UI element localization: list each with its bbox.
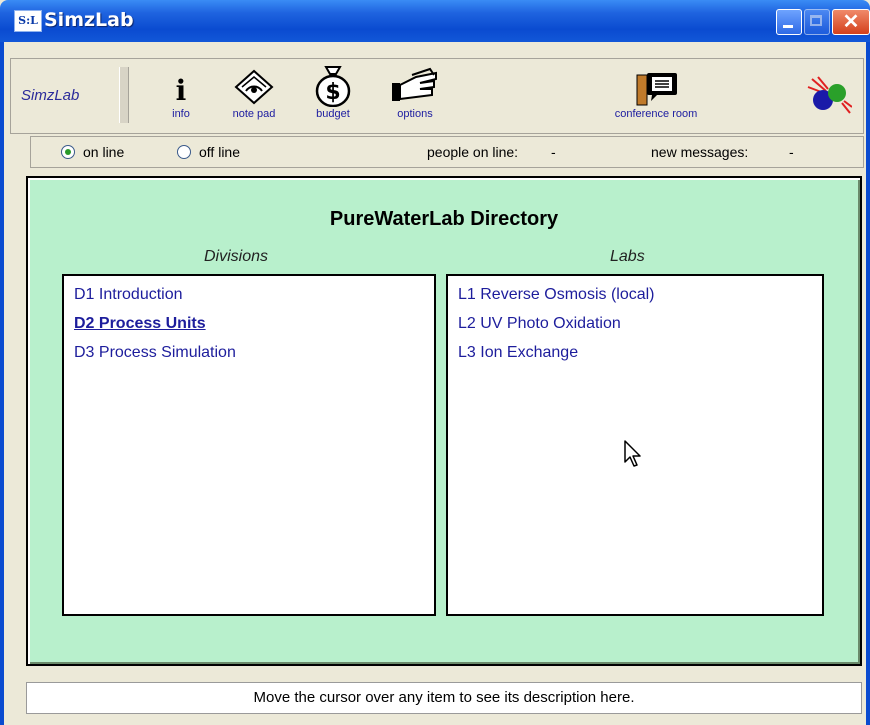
toolbar: SimzLab i info note pad $ budget options…: [10, 58, 864, 134]
toolbar-separator: [119, 67, 129, 123]
budget-label: budget: [316, 108, 350, 120]
info-label: info: [172, 108, 190, 120]
close-button[interactable]: ✕: [832, 9, 870, 35]
info-icon: i: [175, 74, 187, 107]
money-bag-icon: $: [315, 66, 351, 107]
new-messages-value: -: [789, 144, 794, 160]
online-label: on line: [83, 144, 125, 160]
conference-room-button[interactable]: conference room: [596, 63, 716, 120]
status-bar: on line off line people on line: - new m…: [30, 136, 864, 168]
app-icon: S:L: [14, 10, 42, 32]
notepad-label: note pad: [232, 108, 276, 120]
directory-panel: PureWaterLab Directory Divisions Labs D1…: [26, 176, 862, 666]
options-button[interactable]: options: [385, 63, 445, 120]
notepad-icon: [234, 69, 274, 105]
divisions-list: D1 Introduction D2 Process Units D3 Proc…: [62, 274, 436, 616]
directory-title: PureWaterLab Directory: [329, 208, 559, 230]
labs-header: Labs: [610, 248, 645, 265]
lab-item-l1[interactable]: L1 Reverse Osmosis (local): [458, 284, 812, 313]
offline-radio[interactable]: [177, 145, 191, 159]
lab-item-l2[interactable]: L2 UV Photo Oxidation: [458, 313, 812, 342]
mouse-cursor-icon: [624, 440, 641, 467]
title-bar[interactable]: S:L SimzLab ✕: [0, 0, 870, 42]
options-hand-icon: [392, 67, 437, 101]
notepad-button[interactable]: note pad: [221, 63, 287, 120]
division-item-d2[interactable]: D2 Process Units: [74, 313, 424, 342]
brand-label: SimzLab: [21, 87, 80, 104]
people-online-label: people on line:: [427, 144, 519, 160]
new-messages-label: new messages:: [651, 144, 749, 160]
people-online-value: -: [551, 144, 556, 160]
budget-button[interactable]: $ budget: [307, 63, 359, 120]
divisions-header: Divisions: [204, 248, 269, 265]
conference-room-icon: [636, 73, 677, 106]
online-radio[interactable]: [61, 145, 75, 159]
minimize-button[interactable]: [776, 9, 802, 35]
window-title: SimzLab: [44, 9, 134, 31]
division-item-d1[interactable]: D1 Introduction: [74, 284, 424, 313]
division-item-d3[interactable]: D3 Process Simulation: [74, 342, 424, 371]
lab-item-l3[interactable]: L3 Ion Exchange: [458, 342, 812, 371]
options-label: options: [397, 108, 433, 120]
simzlab-logo-icon: [807, 76, 852, 114]
maximize-button[interactable]: [804, 9, 830, 35]
conference-room-label: conference room: [614, 108, 698, 120]
close-icon: ✕: [842, 11, 860, 33]
offline-label: off line: [199, 144, 240, 160]
description-bar: Move the cursor over any item to see its…: [26, 682, 862, 714]
info-button[interactable]: i info: [161, 63, 201, 120]
svg-text:$: $: [325, 80, 340, 105]
